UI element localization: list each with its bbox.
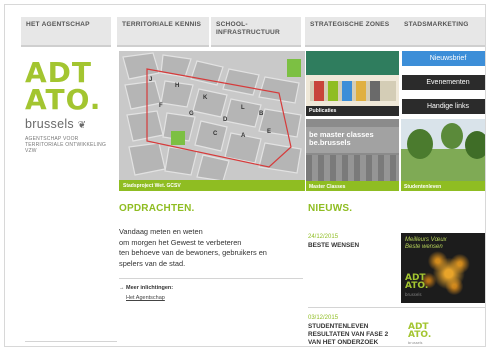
map-label-g: G	[189, 111, 194, 117]
publications-label: Publicaties	[306, 106, 399, 116]
opdrachten-line-2: om morgen het Gewest te verbeteren	[119, 237, 242, 247]
opdrachten-title: OPDRACHTEN.	[119, 203, 195, 214]
publications-tile[interactable]: Publicaties	[306, 51, 399, 116]
opdrachten-text: Vandaag meten en weten om morgen het Gew…	[119, 227, 305, 269]
map-caption: Stadsproject Wet. GCSV	[119, 180, 305, 191]
site-logo[interactable]: ADT ATO. brussels ❦ AGENTSCHAP VOOR TERR…	[25, 59, 117, 155]
map-label-d: D	[223, 117, 228, 123]
map-label-c: C	[213, 131, 218, 137]
news-small-logo: ADT ATO. brussels	[408, 322, 432, 346]
news-photo-text: Meilleurs Vœux Beste wensen	[405, 237, 447, 250]
news-divider	[308, 307, 485, 308]
more-info-label: → Meer inlichtingen:	[119, 285, 174, 291]
news-photo-logo-text: ADT ATO.	[405, 272, 429, 291]
news-headline-2[interactable]: STUDENTENLEVEN RESULTATEN VAN FASE 2 VAN…	[308, 323, 388, 346]
news-photo-logo: ADT ATO. brussels	[405, 272, 429, 300]
logo-line2: ATO.	[25, 83, 102, 116]
map-tile[interactable]: J H K F G L B D C A E Stadsproject Wet. …	[119, 51, 305, 191]
news-photo[interactable]: Meilleurs Vœux Beste wensen ADT ATO. bru…	[401, 233, 485, 303]
news-small-logo-sub: brussels	[408, 341, 423, 345]
opdrachten-line-3: ten behoeve van de bewoners, gebruikers …	[119, 248, 267, 257]
opdrachten-divider	[119, 278, 303, 279]
opdrachten-line-1: Vandaag meten en weten	[119, 227, 203, 236]
studentenleven-caption: Studentenleven	[401, 181, 485, 191]
map-label-e: E	[267, 129, 271, 135]
news-date-1: 24/12/2015	[308, 234, 339, 240]
logo-city: brussels ❦	[25, 117, 117, 131]
events-button[interactable]: Evenementen	[402, 75, 485, 90]
logo-city-text: brussels	[25, 117, 74, 131]
iris-icon: ❦	[77, 120, 87, 131]
map-label-b: B	[259, 111, 264, 117]
nav-stadsmarketing[interactable]: STADSMARKETING	[399, 17, 485, 47]
news-headline-1[interactable]: BESTE WENSEN	[308, 242, 359, 250]
map-label-l: L	[241, 105, 245, 111]
masterclass-banner: be master classes be.brussels	[306, 127, 399, 153]
nav-schoolinfrastructuur[interactable]: SCHOOL- INFRASTRUCTUUR	[211, 17, 301, 47]
map-label-k: K	[203, 95, 208, 101]
news-photo-logo-sub: brussels	[405, 291, 422, 297]
nav-het-agentschap[interactable]: HET AGENTSCHAP	[21, 17, 111, 47]
map-label-f: F	[159, 103, 163, 109]
news-date-2: 03/12/2015	[308, 315, 339, 321]
masterclass-caption: Master Classes	[306, 181, 399, 191]
newsletter-button[interactable]: Nieuwsbrief	[402, 51, 485, 66]
het-agentschap-link[interactable]: Het Agentschap	[126, 295, 165, 301]
logo-adt: ADT	[25, 59, 117, 87]
page-frame: HET AGENTSCHAP TERRITORIALE KENNIS SCHOO…	[4, 4, 486, 347]
map-label-h: H	[175, 83, 179, 89]
nav-territoriale-kennis[interactable]: TERRITORIALE KENNIS	[117, 17, 209, 47]
nieuws-title: NIEUWS.	[308, 203, 353, 214]
useful-links-button[interactable]: Handige links	[402, 99, 485, 114]
map-label-j: J	[149, 77, 152, 83]
logo-ato: ATO.	[25, 83, 117, 116]
nav-strategische-zones[interactable]: STRATEGISCHE ZONES	[305, 17, 399, 47]
logo-subtitle: AGENTSCHAP VOOR TERRITORIALE ONTWIKKELIN…	[25, 136, 107, 154]
masterclass-tile[interactable]: be master classes be.brussels Master Cla…	[306, 119, 399, 191]
studentenleven-tile[interactable]: Studentenleven	[401, 119, 485, 191]
left-divider	[25, 341, 117, 342]
opdrachten-line-4: spelers van de stad.	[119, 258, 186, 268]
news-small-logo-text: ADT ATO.	[408, 322, 432, 340]
map-label-a: A	[241, 133, 246, 139]
map-image: J H K F G L B D C A E	[119, 51, 305, 191]
